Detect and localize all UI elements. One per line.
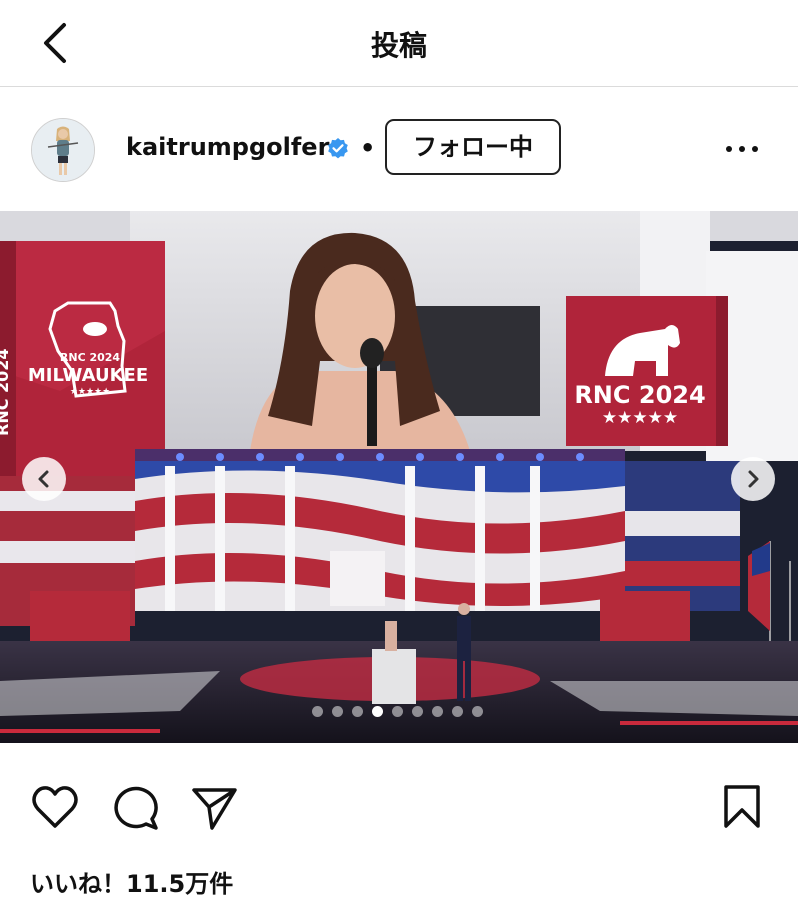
- like-button[interactable]: [30, 782, 80, 832]
- post-header: kaitrumpgolfer • フォロー中: [0, 100, 798, 200]
- separator-dot: •: [360, 134, 376, 162]
- carousel-dot: [312, 706, 323, 717]
- page-title: 投稿: [370, 29, 427, 62]
- carousel-dot: [452, 706, 463, 717]
- carousel-next-icon: [748, 470, 759, 488]
- bookmark-button[interactable]: [718, 782, 768, 832]
- avatar[interactable]: [31, 118, 95, 182]
- comment-icon: [114, 786, 158, 830]
- photo-illustration: RNC 2024 RNC 2024 MILWAUKEE ★★★★★ RNC 20…: [0, 211, 798, 743]
- carousel-dot: [372, 706, 383, 717]
- carousel-next-button[interactable]: [731, 457, 775, 501]
- comment-button[interactable]: [110, 782, 160, 832]
- share-button[interactable]: [190, 782, 240, 832]
- right-sign-title: RNC 2024: [574, 381, 705, 409]
- action-bar: [0, 770, 798, 840]
- share-icon: [192, 788, 237, 830]
- carousel-dot: [412, 706, 423, 717]
- username[interactable]: kaitrumpgolfer: [126, 133, 329, 161]
- carousel-dot: [432, 706, 443, 717]
- top-bar: 投稿: [0, 0, 798, 87]
- carousel-dot: [392, 706, 403, 717]
- following-button[interactable]: フォロー中: [385, 119, 561, 175]
- likes-count: いいね！11.5万件: [30, 870, 234, 898]
- bookmark-icon: [724, 785, 760, 828]
- right-sign-stars: ★★★★★: [602, 408, 678, 428]
- left-sign-stars: ★★★★★: [70, 387, 110, 397]
- left-sign-year: RNC 2024: [60, 351, 121, 364]
- carousel-prev-icon: [38, 470, 49, 488]
- heart-icon: [32, 786, 78, 828]
- carousel-dot: [352, 706, 363, 717]
- more-options-icon[interactable]: [722, 138, 762, 160]
- left-sign-vertical-text: RNC 2024: [0, 348, 12, 436]
- post-photo[interactable]: RNC 2024 RNC 2024 MILWAUKEE ★★★★★ RNC 20…: [0, 211, 798, 743]
- left-sign-city: MILWAUKEE: [28, 365, 148, 386]
- carousel-dot: [472, 706, 483, 717]
- carousel-prev-button[interactable]: [22, 457, 66, 501]
- verified-badge-icon: [326, 137, 350, 161]
- carousel-dot: [332, 706, 343, 717]
